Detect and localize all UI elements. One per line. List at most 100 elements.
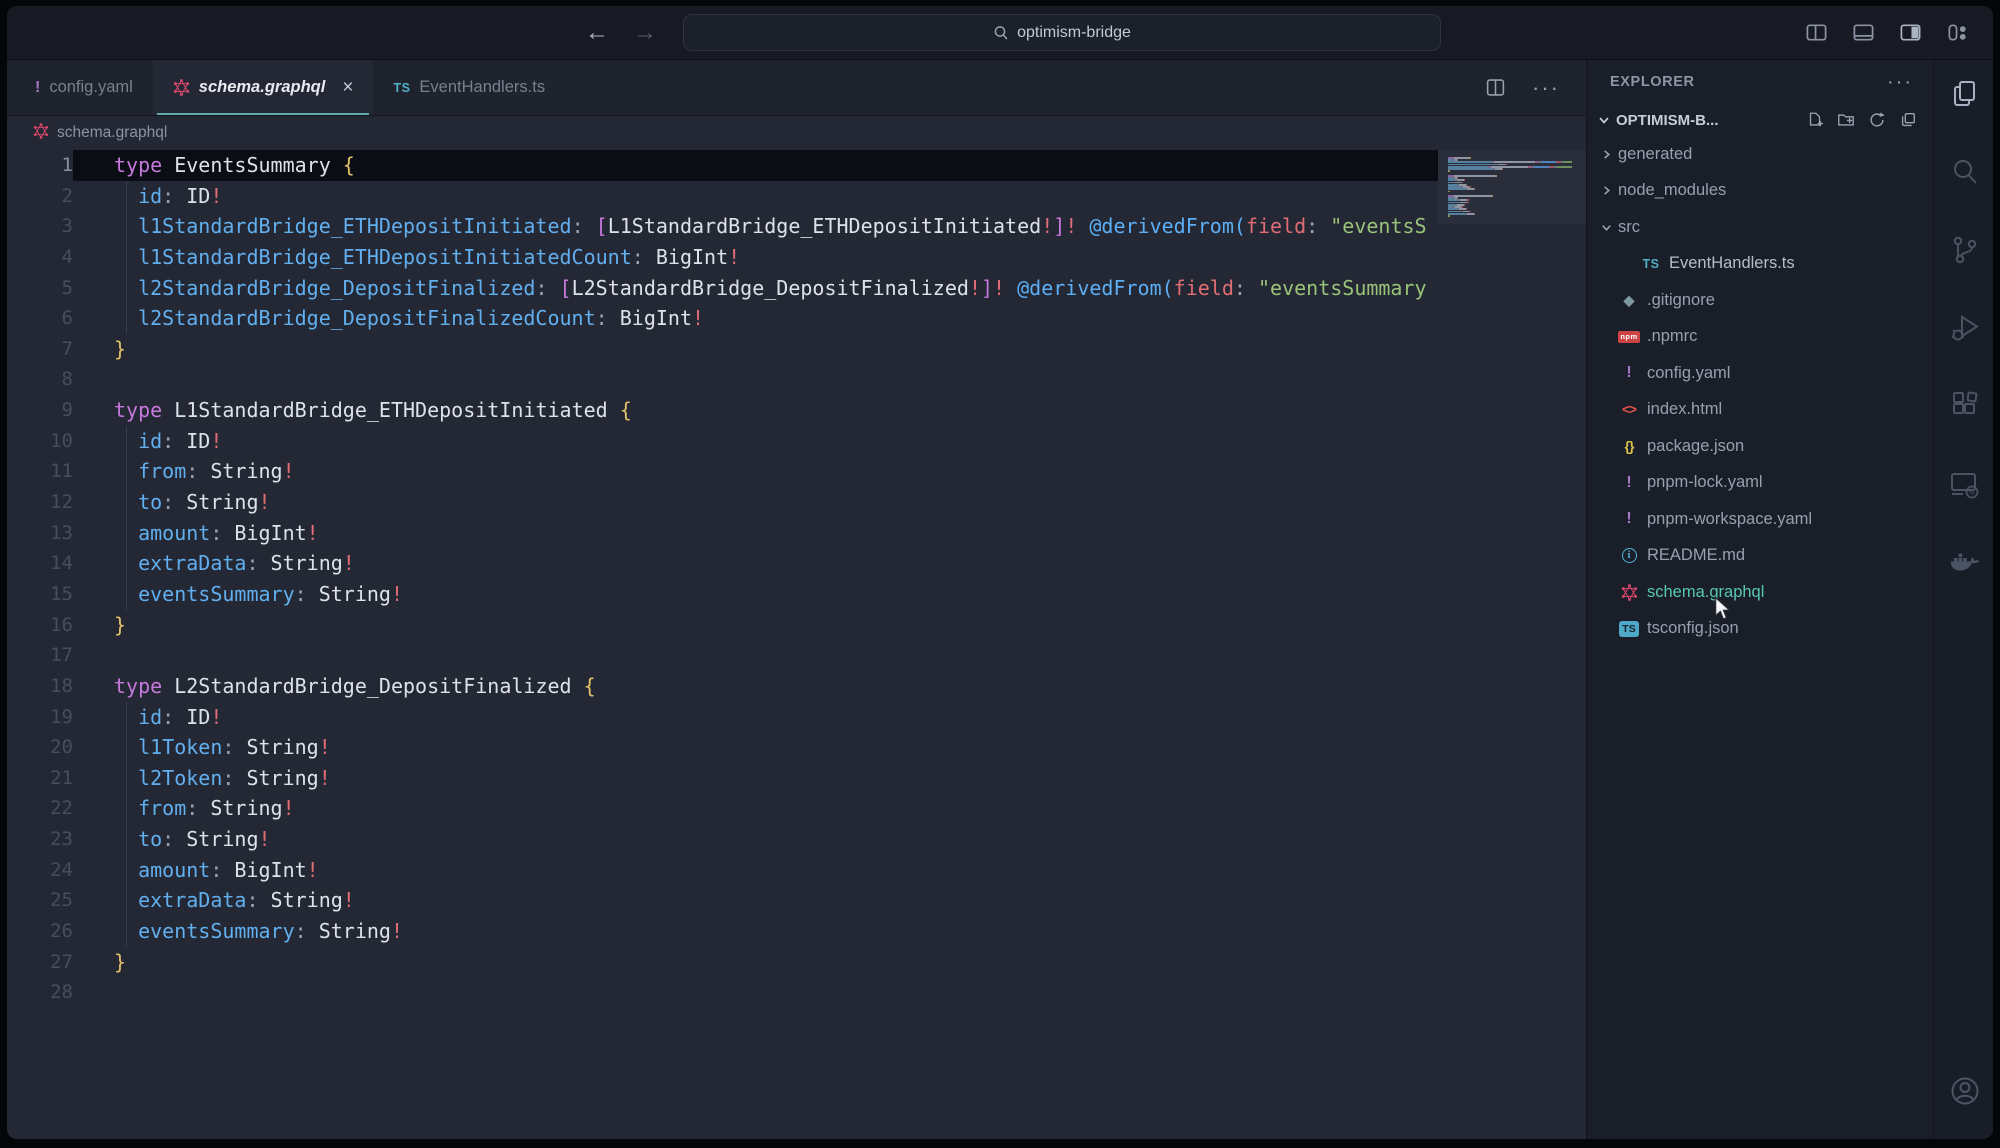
explorer-more-actions-icon[interactable]: ··· xyxy=(1887,72,1913,92)
breadcrumb-label: schema.graphql xyxy=(57,124,167,142)
source-control-icon[interactable] xyxy=(1949,234,1981,266)
line-content: to: String! xyxy=(73,824,1438,855)
code-line-26[interactable]: 26 eventsSummary: String! xyxy=(7,916,1586,947)
item-label: src xyxy=(1618,218,1640,237)
collapse-folders-icon[interactable] xyxy=(1899,111,1917,129)
code-line-14[interactable]: 14 extraData: String! xyxy=(7,548,1586,579)
line-number: 6 xyxy=(7,303,73,334)
folder-src[interactable]: src xyxy=(1587,209,1933,246)
code-line-23[interactable]: 23 to: String! xyxy=(7,824,1586,855)
code-editor[interactable]: 1type EventsSummary {2 id: ID!3 l1Standa… xyxy=(7,150,1586,1139)
docker-icon[interactable] xyxy=(1948,546,1982,578)
code-line-19[interactable]: 19 id: ID! xyxy=(7,702,1586,733)
code-line-13[interactable]: 13 amount: BigInt! xyxy=(7,518,1586,549)
code-line-9[interactable]: 9type L1StandardBridge_ETHDepositInitiat… xyxy=(7,395,1586,426)
file--gitignore[interactable]: ◆.gitignore xyxy=(1587,282,1933,319)
code-line-2[interactable]: 2 id: ID! xyxy=(7,181,1586,212)
code-line-22[interactable]: 22 from: String! xyxy=(7,793,1586,824)
account-icon[interactable] xyxy=(1947,1073,1983,1109)
line-content xyxy=(73,640,1438,671)
minimap-line xyxy=(1448,217,1586,219)
minimap[interactable] xyxy=(1438,150,1586,1139)
line-number: 3 xyxy=(7,211,73,242)
indent-guide xyxy=(126,426,127,610)
file-package-json[interactable]: {}package.json xyxy=(1587,428,1933,465)
line-number: 22 xyxy=(7,793,73,824)
file-tree: generated node_modules src TSEventHandler… xyxy=(1587,136,1933,1139)
workspace-section-header[interactable]: OPTIMISM-B... xyxy=(1587,104,1933,136)
file-pnpm-workspace-yaml[interactable]: !pnpm-workspace.yaml xyxy=(1587,501,1933,538)
tab-config-yaml[interactable]: !config.yaml xyxy=(15,60,153,115)
toggle-secondary-sidebar-icon[interactable] xyxy=(1899,21,1922,44)
code-line-7[interactable]: 7} xyxy=(7,334,1586,365)
split-editor-icon[interactable] xyxy=(1485,77,1506,98)
code-line-12[interactable]: 12 to: String! xyxy=(7,487,1586,518)
file-EventHandlers-ts[interactable]: TSEventHandlers.ts xyxy=(1587,246,1933,283)
back-icon[interactable]: ← xyxy=(585,21,609,45)
code-line-16[interactable]: 16} xyxy=(7,610,1586,641)
code-line-20[interactable]: 20 l1Token: String! xyxy=(7,732,1586,763)
line-content: type L2StandardBridge_DepositFinalized { xyxy=(73,671,1438,702)
close-tab-icon[interactable]: × xyxy=(342,77,353,99)
line-content: } xyxy=(73,610,1438,641)
run-debug-icon[interactable] xyxy=(1949,312,1981,344)
code-line-18[interactable]: 18type L2StandardBridge_DepositFinalized… xyxy=(7,671,1586,702)
mouse-cursor xyxy=(1712,597,1734,626)
code-line-1[interactable]: 1type EventsSummary { xyxy=(7,150,1586,181)
code-line-27[interactable]: 27} xyxy=(7,947,1586,978)
item-label: pnpm-lock.yaml xyxy=(1647,473,1763,492)
editor-more-actions-icon[interactable]: ··· xyxy=(1532,77,1560,99)
code-line-8[interactable]: 8 xyxy=(7,364,1586,395)
code-line-24[interactable]: 24 amount: BigInt! xyxy=(7,855,1586,886)
search-icon[interactable] xyxy=(1949,156,1981,188)
line-number: 5 xyxy=(7,273,73,304)
command-center-search[interactable]: optimism-bridge xyxy=(683,14,1441,51)
refresh-explorer-icon[interactable] xyxy=(1868,111,1886,129)
code-line-15[interactable]: 15 eventsSummary: String! xyxy=(7,579,1586,610)
chevron-right-icon xyxy=(1600,184,1618,197)
remote-explorer-icon[interactable] xyxy=(1949,468,1981,500)
workspace-name: OPTIMISM-B... xyxy=(1616,112,1719,129)
forward-icon[interactable]: → xyxy=(633,21,657,45)
activity-bar xyxy=(1933,60,1993,1139)
file-index-html[interactable]: <>index.html xyxy=(1587,392,1933,429)
file-config-yaml[interactable]: !config.yaml xyxy=(1587,355,1933,392)
graphql-icon xyxy=(173,79,190,96)
toggle-primary-sidebar-icon[interactable] xyxy=(1805,21,1828,44)
extensions-icon[interactable] xyxy=(1949,390,1981,422)
code-line-11[interactable]: 11 from: String! xyxy=(7,456,1586,487)
tab-label: schema.graphql xyxy=(199,78,326,97)
line-number: 8 xyxy=(7,364,73,395)
code-line-17[interactable]: 17 xyxy=(7,640,1586,671)
line-number: 10 xyxy=(7,426,73,457)
code-line-25[interactable]: 25 extraData: String! xyxy=(7,885,1586,916)
folder-generated[interactable]: generated xyxy=(1587,136,1933,173)
item-label: schema.graphql xyxy=(1647,583,1764,602)
code-line-5[interactable]: 5 l2StandardBridge_DepositFinalized: [L2… xyxy=(7,273,1586,304)
line-number: 15 xyxy=(7,579,73,610)
item-label: index.html xyxy=(1647,400,1722,419)
code-line-6[interactable]: 6 l2StandardBridge_DepositFinalizedCount… xyxy=(7,303,1586,334)
file-pnpm-lock-yaml[interactable]: !pnpm-lock.yaml xyxy=(1587,465,1933,502)
file--npmrc[interactable]: npm.npmrc xyxy=(1587,319,1933,356)
item-label: package.json xyxy=(1647,437,1744,456)
file-README-md[interactable]: iREADME.md xyxy=(1587,538,1933,575)
file-tsconfig-json[interactable]: TStsconfig.json xyxy=(1587,611,1933,648)
breadcrumb[interactable]: schema.graphql xyxy=(7,116,1586,150)
line-content: from: String! xyxy=(73,793,1438,824)
customize-layout-icon[interactable] xyxy=(1946,21,1969,44)
new-folder-icon[interactable] xyxy=(1837,111,1855,129)
explorer-icon[interactable] xyxy=(1949,78,1981,110)
file-schema-graphql[interactable]: schema.graphql xyxy=(1587,574,1933,611)
code-line-3[interactable]: 3 l1StandardBridge_ETHDepositInitiated: … xyxy=(7,211,1586,242)
new-file-icon[interactable] xyxy=(1806,111,1824,129)
tab-schema-graphql[interactable]: schema.graphql × xyxy=(153,60,374,115)
toggle-panel-icon[interactable] xyxy=(1852,21,1875,44)
code-line-4[interactable]: 4 l1StandardBridge_ETHDepositInitiatedCo… xyxy=(7,242,1586,273)
line-number: 7 xyxy=(7,334,73,365)
folder-node-modules[interactable]: node_modules xyxy=(1587,173,1933,210)
code-line-28[interactable]: 28 xyxy=(7,977,1586,1008)
code-line-21[interactable]: 21 l2Token: String! xyxy=(7,763,1586,794)
code-line-10[interactable]: 10 id: ID! xyxy=(7,426,1586,457)
tab-EventHandlers-ts[interactable]: TSEventHandlers.ts xyxy=(373,60,565,115)
